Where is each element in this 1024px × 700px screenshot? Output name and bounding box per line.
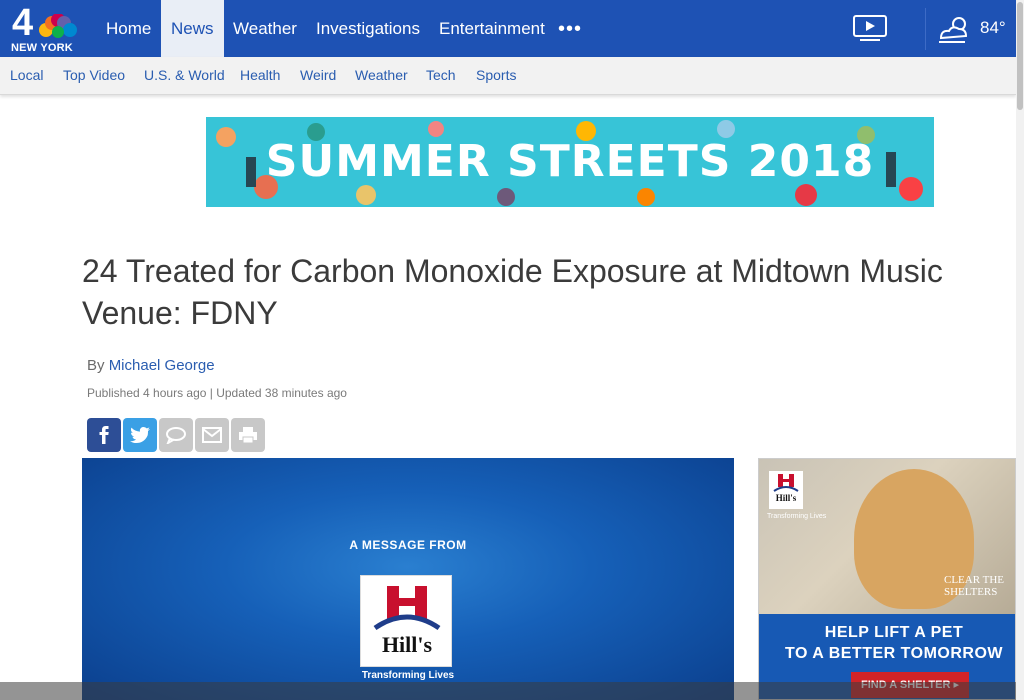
side-ad-line-2: TO A BETTER TOMORROW bbox=[785, 645, 1003, 662]
weather-temperature: 84° bbox=[980, 18, 1006, 37]
top-navigation-bar: 4 NEW YORK Home News Weather Investigati… bbox=[0, 0, 1016, 57]
author-link[interactable]: Michael George bbox=[109, 357, 215, 374]
article-timestamp: Published 4 hours ago | Updated 38 minut… bbox=[87, 386, 347, 400]
video-message-text: A MESSAGE FROM bbox=[349, 538, 467, 552]
hills-logo: Hill's bbox=[360, 575, 452, 667]
subnav-health[interactable]: Health bbox=[240, 57, 280, 94]
nav-news[interactable]: News bbox=[161, 0, 224, 57]
facebook-icon bbox=[99, 426, 109, 444]
hills-mini-logo: Hill's bbox=[769, 471, 803, 509]
hills-mini-wordmark: Hill's bbox=[775, 493, 797, 503]
nav-weather[interactable]: Weather bbox=[223, 0, 307, 57]
subnav-top-video[interactable]: Top Video bbox=[63, 57, 125, 94]
share-facebook-button[interactable] bbox=[87, 418, 121, 452]
side-ad-line-1: HELP LIFT A PET bbox=[824, 624, 964, 641]
article-headline: 24 Treated for Carbon Monoxide Exposure … bbox=[82, 253, 943, 331]
hills-mark-icon bbox=[373, 586, 441, 631]
video-controls-overlay[interactable] bbox=[0, 682, 1016, 700]
logo-city: NEW YORK bbox=[11, 42, 73, 54]
share-twitter-button[interactable] bbox=[123, 418, 157, 452]
twitter-icon bbox=[130, 427, 150, 443]
nav-home[interactable]: Home bbox=[96, 0, 161, 57]
hills-mini-tagline: Transforming Lives bbox=[767, 513, 827, 520]
subnav-weather[interactable]: Weather bbox=[355, 57, 408, 94]
hills-mini-mark-icon bbox=[773, 474, 799, 492]
subnav-sports[interactable]: Sports bbox=[476, 57, 516, 94]
subnav-local[interactable]: Local bbox=[10, 57, 43, 94]
page-scrollbar[interactable] bbox=[1016, 0, 1024, 700]
subnav-weird[interactable]: Weird bbox=[300, 57, 336, 94]
subnav-tech[interactable]: Tech bbox=[426, 57, 456, 94]
nav-divider bbox=[925, 8, 926, 50]
byline-prefix: By bbox=[87, 357, 105, 374]
kitten-photo: Hill's Transforming Lives CLEAR THE SHEL… bbox=[759, 459, 1015, 614]
subnav-us-world[interactable]: U.S. & World bbox=[144, 57, 225, 94]
share-comment-button[interactable] bbox=[159, 418, 193, 452]
clear-the-shelters-ad[interactable]: Hill's Transforming Lives CLEAR THE SHEL… bbox=[758, 458, 1016, 700]
share-email-button[interactable] bbox=[195, 418, 229, 452]
sub-navigation-bar: Local Top Video U.S. & World Health Weir… bbox=[0, 57, 1016, 95]
clear-the-shelters-label: CLEAR THE SHELTERS bbox=[944, 574, 1004, 598]
email-icon bbox=[202, 427, 222, 443]
banner-title: SUMMER STREETS 2018 bbox=[265, 136, 875, 187]
partly-cloudy-icon bbox=[939, 17, 968, 43]
logo-number: 4 bbox=[12, 2, 34, 44]
peacock-icon bbox=[39, 14, 77, 38]
nbc-new-york-logo[interactable]: 4 NEW YORK bbox=[8, 2, 83, 54]
weather-widget[interactable]: 84° bbox=[935, 12, 1015, 46]
print-icon bbox=[239, 427, 257, 444]
hills-tagline: Transforming Lives bbox=[361, 670, 455, 681]
nav-entertainment[interactable]: Entertainment bbox=[429, 0, 555, 57]
video-player[interactable]: A MESSAGE FROM Hill's Transforming Lives bbox=[82, 458, 734, 700]
play-video-icon[interactable] bbox=[852, 14, 888, 42]
share-print-button[interactable] bbox=[231, 418, 265, 452]
scrollbar-thumb[interactable] bbox=[1017, 2, 1023, 110]
more-menu-button[interactable]: ••• bbox=[558, 18, 582, 41]
comment-icon bbox=[166, 427, 186, 444]
summer-streets-banner-ad[interactable]: SUMMER STREETS 2018 bbox=[206, 117, 934, 207]
nav-investigations[interactable]: Investigations bbox=[306, 0, 430, 57]
hills-wordmark: Hill's bbox=[381, 632, 433, 657]
article-byline: By Michael George bbox=[87, 357, 215, 374]
